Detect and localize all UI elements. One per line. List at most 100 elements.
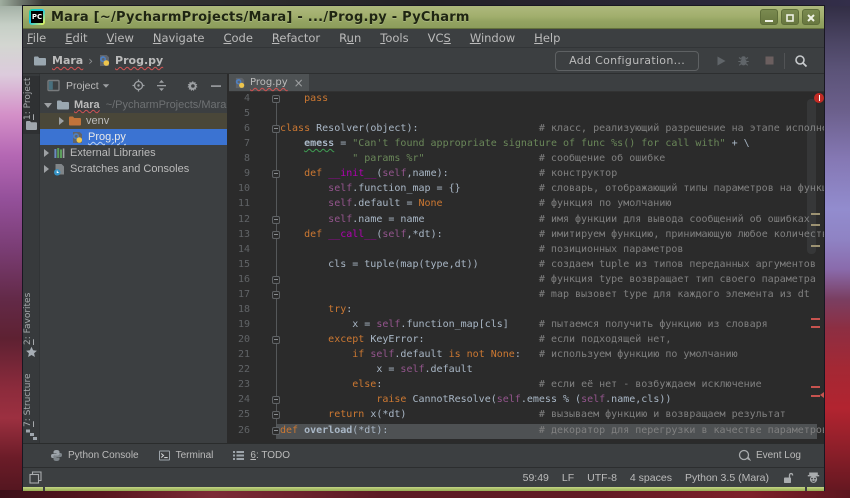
chevron-down-icon[interactable] [102,83,110,89]
code-line-13[interactable]: 13 def __call__(self,*dt): # имитируем ф… [229,228,824,243]
code-line-10[interactable]: 10 self.function_map = {} # словарь, ото… [229,182,824,197]
fold-marker-icon[interactable] [272,276,280,284]
minimize-button[interactable] [760,9,778,25]
line-separator[interactable]: LF [562,472,574,484]
title-bar[interactable]: PC Mara [~/PycharmProjects/Mara] - .../P… [23,6,824,29]
python-interpreter[interactable]: Python 3.5 (Mara) [685,472,769,484]
tree-collapsed-arrow[interactable] [44,165,49,173]
fold-marker-icon[interactable] [272,170,280,178]
stripe-structure-button[interactable]: 7: Structure [23,377,40,427]
caret-position[interactable]: 59:49 [523,472,549,484]
tab-close-icon[interactable]: × [294,78,304,88]
code-line-18[interactable]: 18 try: [229,303,824,318]
toolwindow-6-todo[interactable]: 6: TODO [232,449,290,462]
code-editor[interactable]: 4 pass56class Resolver(object): # класс,… [229,92,824,443]
fold-marker-icon[interactable] [272,427,280,435]
code-line-21[interactable]: 21 if self.default is not None: # исполь… [229,348,824,363]
menu-vcs[interactable]: VCS [418,31,460,45]
code-line-4[interactable]: 4 pass [229,92,824,107]
error-stripe-mark[interactable] [811,213,820,215]
close-button[interactable] [802,9,820,25]
toolwindow-python-console[interactable]: Python Console [50,449,139,462]
search-everywhere-icon[interactable] [794,54,808,68]
code-line-6[interactable]: 6class Resolver(object): # класс, реализ… [229,122,824,137]
code-line-11[interactable]: 11 self.default = None # функция по умол… [229,197,824,212]
code-line-8[interactable]: 8 " params %r" # сообщение об ошибке [229,152,824,167]
tree-expanded-arrow[interactable] [44,103,52,108]
run-icon[interactable] [715,55,727,67]
lock-icon[interactable] [782,472,794,484]
debug-icon[interactable] [737,54,750,67]
tree-item-prog-py[interactable]: Prog.py [40,129,227,145]
code-line-24[interactable]: 24 raise CannotResolve(self.emess % (sel… [229,393,824,408]
code-line-7[interactable]: 7 emess = "Can't found appropriate signa… [229,137,824,152]
error-stripe-mark[interactable] [811,245,820,247]
menu-view[interactable]: View [97,31,143,45]
menu-navigate[interactable]: Navigate [143,31,214,45]
menu-window[interactable]: Window [460,31,524,45]
toolwindow-terminal[interactable]: Terminal [158,449,214,462]
code-line-19[interactable]: 19 x = self.function_map[cls] # пытаемся… [229,318,824,333]
menu-edit[interactable]: Edit [56,31,97,45]
error-count-badge[interactable] [814,93,824,103]
stop-icon[interactable] [764,55,775,66]
error-stripe-mark[interactable] [811,318,820,320]
fold-marker-icon[interactable] [272,231,280,239]
tree-item-external-libraries[interactable]: External Libraries [40,145,227,161]
menu-code[interactable]: Code [214,31,262,45]
gear-icon[interactable] [186,79,200,93]
code-line-22[interactable]: 22 x = self.default [229,363,824,378]
tree-collapsed-arrow[interactable] [59,117,64,125]
structure-stripe-icon[interactable] [25,428,38,441]
menu-file[interactable]: File [23,31,56,45]
hide-panel-icon[interactable] [210,80,222,92]
tool-window-switcher-icon[interactable] [29,471,42,484]
breadcrumb-file[interactable]: Prog.py [115,54,163,67]
menu-run[interactable]: Run [330,31,371,45]
fold-marker-icon[interactable] [272,216,280,224]
event-log-button[interactable]: Event Log [738,449,801,462]
tree-item-scratches-and-consoles[interactable]: Scratches and Consoles [40,161,227,177]
code-line-25[interactable]: 25 return x(*dt) # вызываем функцию и во… [229,408,824,423]
add-configuration-button[interactable]: Add Configuration... [555,51,699,71]
highlighting-level-icon[interactable] [807,471,820,484]
breadcrumb-project[interactable]: Mara [52,54,83,67]
code-line-17[interactable]: 17 # map вызовет type для каждого элемен… [229,288,824,303]
collapse-all-icon[interactable] [155,79,168,92]
menu-tools[interactable]: Tools [371,31,418,45]
menu-refactor[interactable]: Refactor [262,31,329,45]
tab-prog-py[interactable]: Prog.py × [229,74,309,91]
menu-help[interactable]: Help [525,31,570,45]
error-stripe-mark[interactable] [811,386,820,388]
fold-marker-icon[interactable] [272,125,280,133]
code-line-12[interactable]: 12 self.name = name # имя функции для вы… [229,213,824,228]
code-line-14[interactable]: 14 # позиционных параметров [229,243,824,258]
code-line-26[interactable]: 26def overload(*dt): # декоратор для пер… [229,424,824,439]
tree-item-mara[interactable]: Mara ~/PycharmProjects/Mara [40,97,227,113]
code-line-23[interactable]: 23 else: # если её нет - возбуждаем искл… [229,378,824,393]
locate-file-icon[interactable] [132,79,145,92]
stripe-favorites-button[interactable]: 2: Favorites [23,299,40,345]
favorites-stripe-icon[interactable] [25,346,38,359]
scrollbar-thumb[interactable] [807,99,816,254]
error-stripe-mark[interactable] [811,326,820,328]
indent-setting[interactable]: 4 spaces [630,472,672,484]
tree-item-venv[interactable]: venv [40,113,227,129]
tree-collapsed-arrow[interactable] [44,149,49,157]
error-stripe-mark[interactable] [811,395,820,397]
fold-marker-icon[interactable] [272,411,280,419]
error-stripe-mark[interactable] [811,224,820,226]
project-panel-title[interactable]: Project [66,80,99,92]
code-line-5[interactable]: 5 [229,107,824,122]
file-encoding[interactable]: UTF-8 [587,472,617,484]
fold-marker-icon[interactable] [272,95,280,103]
code-line-9[interactable]: 9 def __init__(self,name): # конструктор [229,167,824,182]
fold-marker-icon[interactable] [272,336,280,344]
maximize-button[interactable] [781,9,799,25]
code-line-15[interactable]: 15 cls = tuple(map(type,dt)) # создаем t… [229,258,824,273]
code-line-20[interactable]: 20 except KeyError: # если подходящей не… [229,333,824,348]
stripe-project-button[interactable]: 1: Project [23,80,40,120]
fold-marker-icon[interactable] [272,291,280,299]
project-stripe-icon[interactable] [25,119,38,132]
fold-marker-icon[interactable] [272,396,280,404]
